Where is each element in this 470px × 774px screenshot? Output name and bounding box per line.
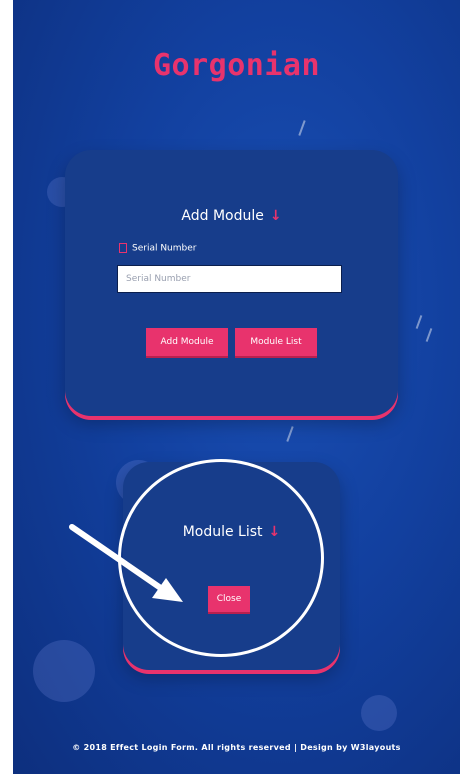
pointer-arrow-icon [69, 524, 183, 602]
